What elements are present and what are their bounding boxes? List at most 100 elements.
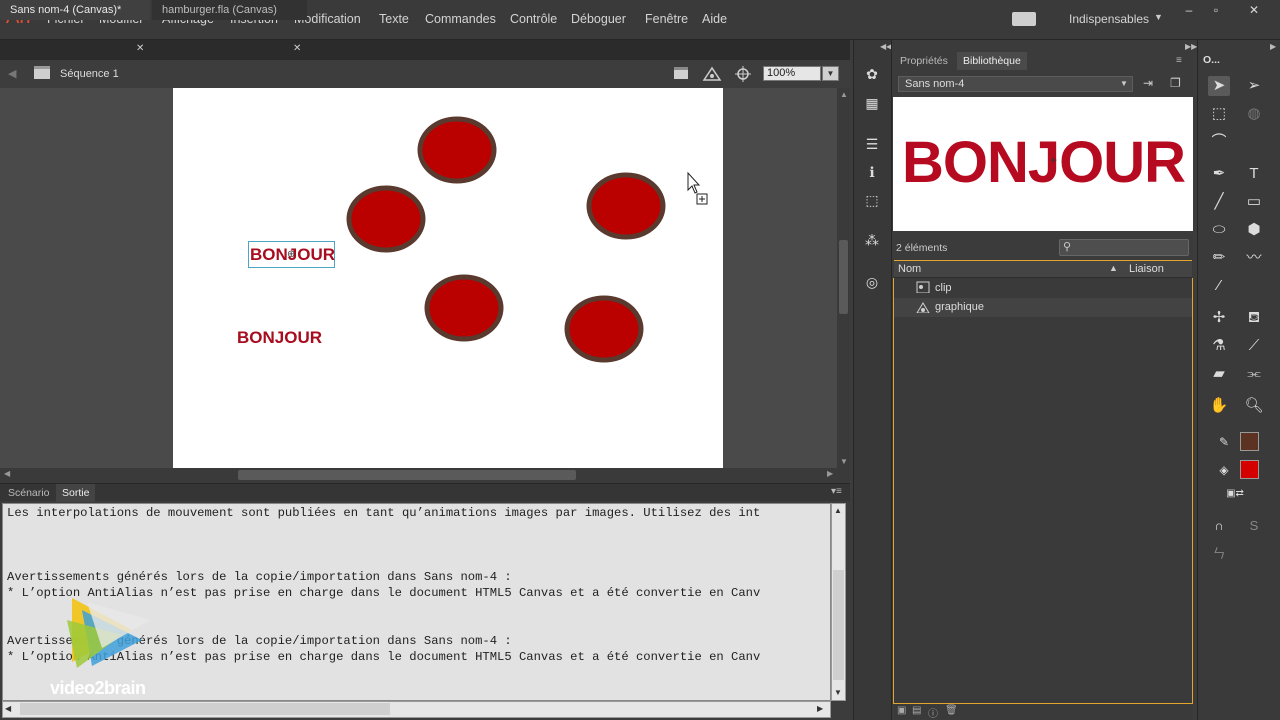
center-stage-icon[interactable] — [735, 66, 751, 82]
components-icon[interactable]: ⁂ — [862, 232, 882, 248]
tab-sans-nom-4[interactable]: Sans nom-4 (Canvas)* — [0, 0, 150, 20]
paint-brush-tool[interactable]: 〰 — [1243, 248, 1265, 268]
edit-scene-icon[interactable] — [672, 66, 692, 82]
library-item-graphique[interactable]: graphique — [894, 298, 1192, 317]
chevron-down-icon[interactable]: ▼ — [822, 66, 839, 81]
fill-color-swatch[interactable] — [1240, 460, 1259, 479]
menu-deboguer[interactable]: Déboguer — [571, 12, 626, 26]
new-library-panel-icon[interactable]: ❐ — [1170, 76, 1181, 90]
red-circle-shape[interactable] — [346, 185, 426, 253]
chevron-down-icon[interactable]: ▼ — [1154, 12, 1163, 22]
collapse-icon[interactable]: ▶▶ — [1185, 42, 1197, 51]
scroll-down-icon[interactable]: ▼ — [834, 688, 842, 697]
output-line: Avertissements générés lors de la copie/… — [7, 570, 512, 584]
menu-fenetre[interactable]: Fenêtre — [645, 12, 688, 26]
new-folder-icon[interactable]: ▤ — [912, 705, 921, 716]
new-symbol-icon[interactable]: ▣ — [897, 705, 906, 716]
properties-icon[interactable]: ⓘ — [928, 705, 938, 720]
align-icon[interactable]: ☰ — [862, 136, 882, 152]
red-circle-shape[interactable] — [564, 295, 644, 363]
stage-shapes[interactable] — [173, 88, 723, 468]
smooth-icon[interactable]: S — [1243, 516, 1265, 536]
scroll-thumb[interactable] — [833, 570, 844, 680]
scroll-thumb[interactable] — [20, 703, 390, 715]
scroll-left-icon[interactable]: ◀ — [5, 704, 11, 713]
tab-proprietes[interactable]: Propriétés — [894, 52, 954, 70]
collapse-icon[interactable]: ▶ — [1270, 42, 1276, 51]
bone-tool[interactable]: ✢ — [1208, 308, 1230, 328]
zoom-field[interactable]: 100% — [763, 66, 821, 81]
scroll-up-icon[interactable]: ▲ — [834, 506, 842, 515]
sync-settings-icon[interactable] — [1012, 12, 1036, 26]
lasso-tool[interactable]: ⌒ — [1208, 132, 1230, 152]
free-transform-tool[interactable]: ⬚ — [1208, 104, 1230, 124]
tab-hamburger[interactable]: hamburger.fla (Canvas) — [152, 0, 307, 20]
column-name-header[interactable]: Nom — [898, 263, 921, 275]
workspace-switcher[interactable]: Indispensables — [1069, 12, 1149, 26]
zoom-tool[interactable]: 🔍︎ — [1243, 396, 1265, 416]
library-item-clip[interactable]: clip — [894, 279, 1192, 298]
chevron-down-icon[interactable]: ▼ — [1120, 76, 1132, 92]
swap-colors-icon[interactable]: ▣⇄ — [1219, 484, 1251, 504]
scroll-right-icon[interactable]: ▶ — [817, 704, 823, 713]
library-document-select[interactable]: Sans nom-4 — [898, 76, 1133, 92]
delete-icon[interactable]: 🗑 — [945, 705, 958, 716]
scroll-up-icon[interactable]: ▲ — [840, 90, 848, 99]
close-window-button[interactable]: ✕ — [1242, 3, 1266, 19]
color-panel-icon[interactable]: ✿ — [862, 66, 882, 82]
width-tool[interactable]: ⫘ — [1243, 364, 1265, 384]
menu-texte[interactable]: Texte — [379, 12, 409, 26]
close-icon[interactable]: ✕ — [136, 43, 144, 54]
scroll-thumb[interactable] — [238, 470, 576, 480]
pencil-tool[interactable]: ✏ — [1208, 248, 1230, 268]
line-tool[interactable]: ╱ — [1208, 192, 1230, 212]
tab-scenario[interactable]: Scénario — [2, 484, 55, 502]
close-icon[interactable]: ✕ — [293, 43, 301, 54]
red-circle-shape[interactable] — [424, 274, 504, 342]
oval-tool[interactable]: ⬭ — [1208, 220, 1230, 240]
hand-tool[interactable]: ✋ — [1208, 396, 1230, 416]
transform-icon[interactable]: ⬚ — [862, 192, 882, 208]
panel-menu-icon[interactable]: ▾≡ — [831, 486, 842, 497]
cc-libraries-icon[interactable]: ◎ — [862, 274, 882, 290]
straighten-icon[interactable]: ㄣ — [1208, 544, 1230, 564]
column-link-header[interactable]: Liaison — [1129, 263, 1164, 275]
snap-magnet-icon[interactable]: ∩ — [1208, 516, 1230, 536]
eyedropper-tool[interactable]: ⟋ — [1243, 336, 1265, 356]
red-circle-shape[interactable] — [586, 172, 666, 240]
brush-tool[interactable]: ⁄ — [1208, 276, 1230, 296]
library-search-input[interactable]: ⚲ — [1059, 239, 1189, 256]
panel-menu-icon[interactable]: ≡ — [1176, 55, 1182, 66]
bonjour-text[interactable]: BONJOUR — [237, 328, 322, 348]
menu-commandes[interactable]: Commandes — [425, 12, 496, 26]
text-tool[interactable]: T — [1243, 164, 1265, 184]
minimize-button[interactable]: – — [1177, 3, 1201, 19]
polystar-tool[interactable]: ⬢ — [1243, 220, 1265, 240]
info-icon[interactable]: ℹ — [862, 164, 882, 180]
menu-controle[interactable]: Contrôle — [510, 12, 557, 26]
maximize-button[interactable]: ▫ — [1204, 3, 1228, 19]
pen-tool[interactable]: ✒ — [1208, 164, 1230, 184]
scene-label[interactable]: Séquence 1 — [60, 68, 119, 80]
red-circle-shape[interactable] — [417, 116, 497, 184]
ink-bottle-tool[interactable]: ⚗ — [1208, 336, 1230, 356]
paint-bucket-tool[interactable]: ⛾ — [1243, 308, 1265, 328]
scroll-right-icon[interactable]: ▶ — [827, 469, 833, 478]
selection-tool[interactable]: ➤ — [1208, 76, 1230, 96]
scroll-down-icon[interactable]: ▼ — [840, 457, 848, 466]
back-arrow-icon[interactable]: ◀ — [8, 67, 16, 80]
subselection-tool[interactable]: ➢ — [1243, 76, 1265, 96]
eraser-tool[interactable]: ▰ — [1208, 364, 1230, 384]
edit-symbol-icon[interactable] — [702, 66, 724, 82]
scroll-thumb[interactable] — [839, 240, 848, 314]
pin-icon[interactable]: ⇥ — [1143, 76, 1153, 90]
sort-up-icon[interactable]: ▲ — [1109, 263, 1118, 273]
tab-sortie[interactable]: Sortie — [56, 484, 96, 502]
menu-aide[interactable]: Aide — [702, 12, 727, 26]
swatches-icon[interactable]: ▦ — [862, 95, 882, 111]
scroll-left-icon[interactable]: ◀ — [4, 469, 10, 478]
stroke-color-swatch[interactable] — [1240, 432, 1259, 451]
tab-bibliotheque[interactable]: Bibliothèque — [957, 52, 1027, 70]
3d-rotation-tool[interactable]: ◍ — [1243, 104, 1265, 124]
rectangle-tool[interactable]: ▭ — [1243, 192, 1265, 212]
